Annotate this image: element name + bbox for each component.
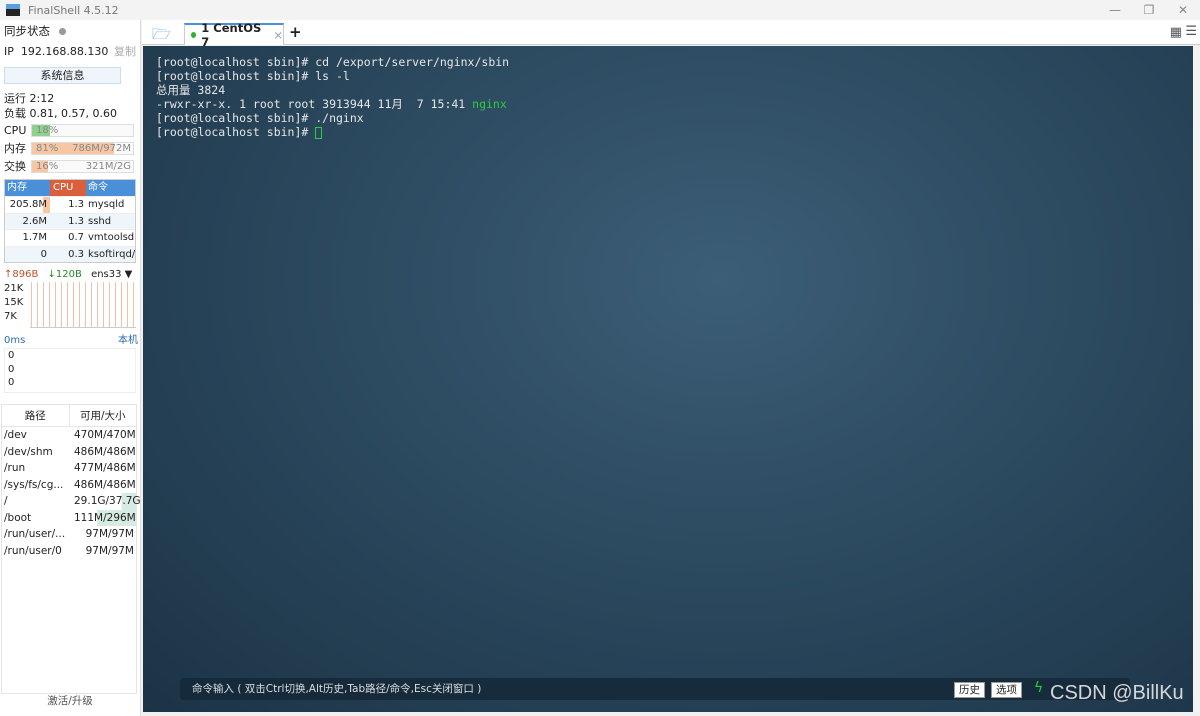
process-table: 内存 CPU 命令 205.8M 1.3 mysqld 2.6M 1.3 sshd 1.7M…	[4, 179, 136, 263]
process-row[interactable]: 205.8M 1.3 mysqld	[5, 196, 135, 213]
ip-address: 192.168.88.130	[20, 45, 109, 58]
grid-view-icon[interactable]: ▦	[1170, 25, 1182, 40]
disk-row[interactable]: /run/user/... 97M/97M	[2, 526, 136, 543]
load-average: 负载 0.81, 0.57, 0.60	[4, 107, 117, 120]
process-row[interactable]: 00.3ksoftirqd/0	[5, 245, 135, 262]
mem-usage-bar: 81% 786M/972M	[31, 142, 134, 155]
disk-row[interactable]: /sys/fs/cg... 486M/486M	[2, 477, 136, 494]
cpu-usage-bar: 18%	[31, 124, 134, 137]
ip-label: IP	[4, 45, 14, 58]
history-button[interactable]: 历史	[954, 682, 985, 698]
watermark: CSDN @BillKu	[1050, 682, 1184, 704]
col-cpu[interactable]: CPU	[50, 180, 86, 196]
disk-row[interactable]: /run/user/0 97M/97M	[2, 543, 136, 560]
tab-bar: 🗁 1 CentOS 7 × + ▦ ☰	[142, 20, 1200, 49]
close-button[interactable]: ✕	[1166, 0, 1200, 20]
lightning-icon[interactable]: ϟ	[1034, 680, 1043, 696]
col-size[interactable]: 可用/大小	[68, 405, 137, 426]
cursor	[315, 126, 323, 139]
menu-icon[interactable]: ☰	[1185, 24, 1197, 39]
col-mem[interactable]: 内存	[5, 180, 50, 196]
process-row[interactable]: 2.6M 1.3 sshd	[5, 212, 135, 229]
terminal[interactable]: [root@localhost sbin]# cd /export/server…	[143, 46, 1193, 712]
disk-table: 路径 可用/大小 /dev 470M/470M /dev/shm 486M/486M …	[1, 404, 141, 694]
title-bar: FinalShell 4.5.12 — ❐ ✕	[0, 0, 1200, 20]
disk-row[interactable]: /run 477M/486M	[2, 460, 136, 477]
sidebar: 同步状态 IP 192.168.88.130 复制 系统信息 运行 2:12 负载…	[0, 20, 141, 716]
uptime: 运行 2:12	[4, 92, 55, 105]
ping-latency: 0ms	[4, 335, 26, 346]
interface-select[interactable]: ens33 ▼	[91, 269, 132, 280]
col-cmd[interactable]: 命令	[86, 180, 135, 196]
minimize-button[interactable]: —	[1098, 0, 1132, 20]
system-info-button[interactable]: 系统信息	[4, 67, 121, 84]
disk-row[interactable]: /boot 111M/296M	[2, 509, 136, 526]
activate-upgrade-link[interactable]: 激活/升级	[0, 693, 140, 708]
upload-speed: ↑896B	[4, 269, 39, 280]
swap-usage-bar: 16% 321M/2G	[31, 160, 134, 173]
disk-row[interactable]: /dev 470M/470M	[2, 427, 136, 444]
col-path[interactable]: 路径	[2, 405, 69, 426]
options-button[interactable]: 选项	[991, 682, 1022, 698]
command-input[interactable]: 命令输入 ( 双击Ctrl切换,Alt历史,Tab路径/命令,Esc关闭窗口 )	[180, 678, 1130, 700]
close-tab-icon[interactable]: ×	[273, 28, 283, 42]
disk-row[interactable]: /dev/shm 486M/486M	[2, 444, 136, 461]
terminal-scrollbar[interactable]	[1193, 46, 1200, 712]
tab-centos7[interactable]: 1 CentOS 7 ×	[184, 21, 284, 49]
copy-ip-button[interactable]: 复制	[114, 44, 136, 60]
connected-dot-icon	[191, 32, 197, 38]
download-speed: ↓120B	[47, 269, 82, 280]
sync-status-dot-icon	[58, 28, 66, 35]
maximize-button[interactable]: ❐	[1132, 0, 1166, 20]
sync-status-label: 同步状态	[4, 24, 50, 38]
app-title: FinalShell 4.5.12	[28, 3, 119, 17]
ping-chart: 000	[4, 348, 136, 393]
network-chart: 21K 15K 7K	[4, 282, 136, 328]
add-tab-button[interactable]: +	[289, 23, 302, 41]
disk-row[interactable]: /29.1G/37.7G	[2, 493, 141, 510]
process-row[interactable]: 1.7M 0.7 vmtoolsd	[5, 229, 135, 246]
app-logo-icon	[6, 4, 20, 16]
ping-host-select[interactable]: 本机	[118, 333, 138, 349]
